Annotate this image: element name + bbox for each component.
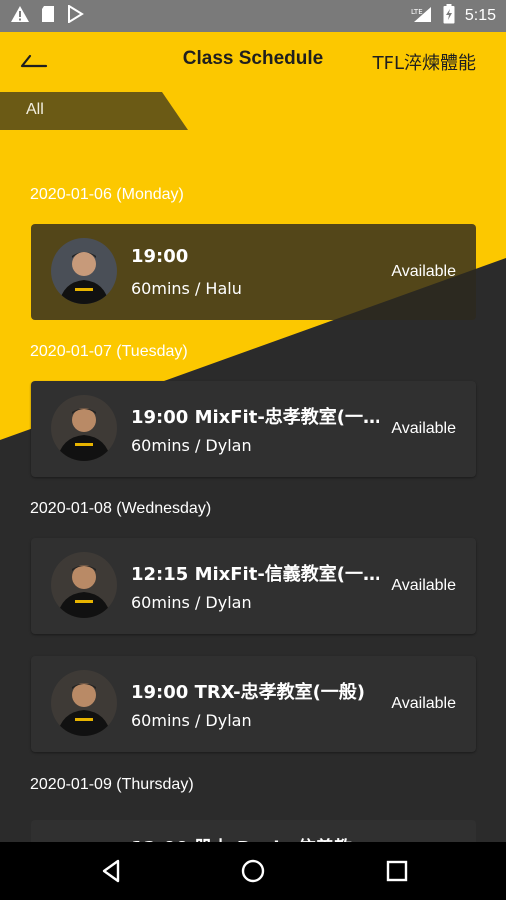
avatar [51,670,117,736]
system-nav-bar [0,842,506,900]
home-nav-icon [238,859,268,890]
avatar [51,238,117,304]
nav-home-button[interactable] [238,856,268,886]
nav-recents-button[interactable] [382,856,412,886]
brand-name: TFL淬煉體能 [372,53,476,74]
availability-status: Available [391,420,456,437]
class-card[interactable]: 19:00 TRX-忠孝教室(一般) 60mins / Dylan Availa… [31,656,476,752]
availability-status: Available [391,695,456,712]
class-title: 12:15 MixFit-信義教室(一… [131,564,379,585]
app-header: Class Schedule TFL淬煉體能 [0,32,506,88]
status-time: 5:15 [464,7,496,24]
recents-nav-icon [382,860,412,890]
class-card[interactable]: 19:00 60mins / Halu Available [31,224,476,320]
avatar [51,552,117,618]
warning-icon [10,5,30,27]
availability-status: Available [391,263,456,280]
class-card[interactable]: 12:15 MixFit-信義教室(一… 60mins / Dylan Avai… [31,538,476,634]
status-bar: LTE 5:15 [0,0,506,32]
class-duration-instructor: 60mins / Dylan [131,593,252,612]
sd-card-icon [40,5,56,27]
play-store-icon [66,4,84,27]
class-card[interactable]: 19:00 MixFit-忠孝教室(一… 60mins / Dylan Avai… [31,381,476,477]
nav-back-button[interactable] [96,856,126,886]
back-nav-icon [96,859,126,890]
date-header: 2020-01-07 (Tuesday) [30,343,188,360]
class-duration-instructor: 60mins / Dylan [131,711,252,730]
class-title: 19:00 MixFit-忠孝教室(一… [131,407,379,428]
svg-text:LTE: LTE [411,8,423,16]
class-title: 19:00 [131,246,189,267]
filter-tab-all[interactable]: All [0,92,188,130]
date-header: 2020-01-06 (Monday) [30,186,184,203]
date-header: 2020-01-08 (Wednesday) [30,500,212,517]
class-duration-instructor: 60mins / Halu [131,279,242,298]
availability-status: Available [391,577,456,594]
date-header: 2020-01-09 (Thursday) [30,776,194,793]
class-title: 19:00 TRX-忠孝教室(一般) [131,682,366,703]
battery-icon [443,4,455,28]
lte-signal-icon: LTE [411,5,433,27]
class-duration-instructor: 60mins / Dylan [131,436,252,455]
filter-tab-label: All [26,101,44,118]
avatar [51,395,117,461]
